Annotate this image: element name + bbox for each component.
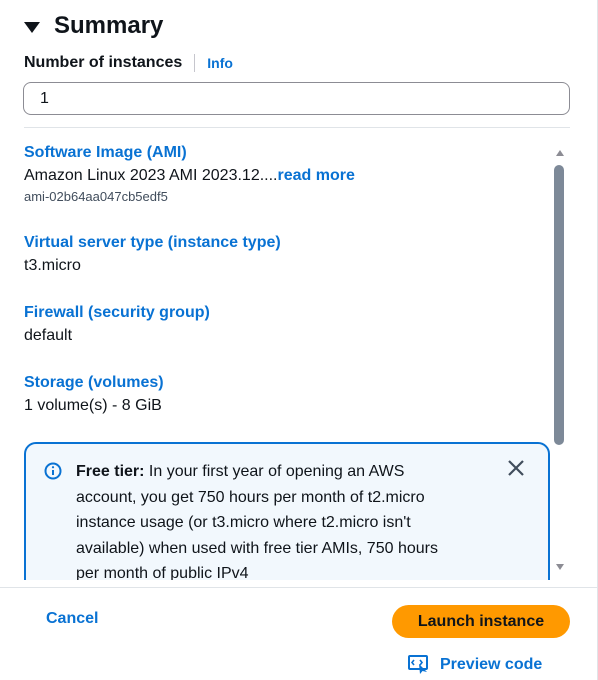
instances-label: Number of instances (24, 54, 183, 71)
firewall-title-link[interactable]: Firewall (security group) (24, 302, 210, 324)
close-icon[interactable] (506, 458, 526, 478)
ami-name: Amazon Linux 2023 AMI 2023.12.... (24, 167, 278, 184)
scroll-thumb[interactable] (554, 165, 564, 445)
scroll-down-arrow-icon[interactable] (556, 564, 564, 570)
caret-down-icon (24, 21, 40, 33)
instances-label-row: Number of instances Info (24, 52, 233, 74)
storage-item: Storage (volumes) 1 volume(s) - 8 GiB (24, 372, 164, 418)
storage-title-link[interactable]: Storage (volumes) (24, 372, 164, 394)
label-divider (194, 54, 196, 72)
summary-panel: Summary Number of instances Info Softwar… (0, 0, 598, 680)
ami-title-link[interactable]: Software Image (AMI) (24, 142, 355, 164)
firewall-item: Firewall (security group) default (24, 302, 210, 348)
read-more-link[interactable]: read more (278, 167, 355, 184)
firewall-value: default (24, 327, 73, 344)
instance-type-title-link[interactable]: Virtual server type (instance type) (24, 232, 281, 254)
summary-scroll-area[interactable]: Software Image (AMI) Amazon Linux 2023 A… (0, 128, 598, 580)
scrollbar[interactable] (553, 146, 567, 576)
free-tier-label: Free tier: (76, 463, 145, 480)
preview-code-link[interactable]: Preview code (408, 655, 542, 675)
info-icon (44, 462, 62, 480)
instances-input[interactable] (23, 82, 570, 115)
launch-instance-button[interactable]: Launch instance (392, 605, 570, 638)
ami-value: Amazon Linux 2023 AMI 2023.12....read mo… (24, 164, 355, 188)
scroll-up-arrow-icon[interactable] (556, 150, 564, 156)
free-tier-body: In your first year of opening an AWS acc… (76, 463, 438, 580)
cancel-button[interactable]: Cancel (46, 610, 98, 628)
footer-divider (0, 587, 598, 588)
preview-code-label: Preview code (440, 656, 543, 673)
info-link[interactable]: Info (207, 55, 233, 71)
instance-type-value: t3.micro (24, 257, 81, 274)
free-tier-text: Free tier: In your first year of opening… (76, 459, 456, 580)
free-tier-alert: Free tier: In your first year of opening… (24, 442, 550, 580)
code-preview-icon (408, 655, 428, 674)
ami-item: Software Image (AMI) Amazon Linux 2023 A… (24, 142, 355, 206)
summary-toggle[interactable]: Summary (24, 10, 163, 42)
storage-value: 1 volume(s) - 8 GiB (24, 397, 162, 414)
instance-type-item: Virtual server type (instance type) t3.m… (24, 232, 281, 278)
ami-id: ami-02b64aa047cb5edf5 (24, 189, 168, 204)
summary-title: Summary (54, 12, 164, 39)
